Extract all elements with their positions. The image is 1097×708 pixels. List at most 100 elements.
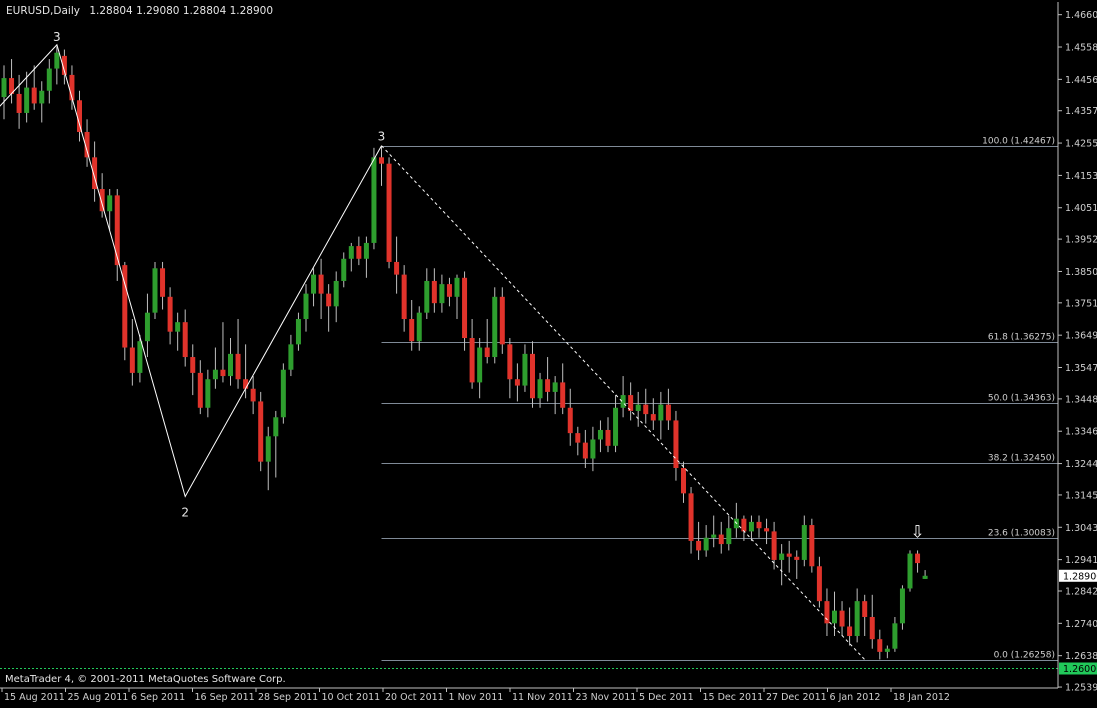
- candle-body: [137, 341, 143, 373]
- candle-body: [16, 93, 22, 113]
- candle-body: [884, 648, 890, 652]
- candle-body: [144, 312, 150, 342]
- candle-body: [129, 347, 135, 373]
- candle: [809, 518, 815, 573]
- time-tick-label: 1 Nov 2011: [449, 692, 504, 703]
- down-arrow-icon: ⇩: [910, 523, 924, 543]
- candle-body: [160, 268, 166, 297]
- time-tick-label: 23 Nov 2011: [576, 692, 637, 703]
- candle-body: [424, 280, 430, 313]
- current-price-label: 1.28900: [1063, 571, 1097, 582]
- fib-level-label: 23.6 (1.30083): [988, 529, 1055, 539]
- candle-body: [348, 246, 354, 259]
- chart-background: [0, 0, 1097, 704]
- wave-label: 3: [53, 30, 61, 44]
- candle-body: [212, 369, 218, 380]
- candle-body: [560, 382, 566, 408]
- fib-level-label: 100.0 (1.42467): [982, 137, 1055, 147]
- candle-body: [575, 433, 581, 443]
- time-tick-label: 20 Oct 2011: [385, 692, 444, 703]
- candle-body: [741, 518, 747, 532]
- symbol-header: EURUSD,Daily 1.28804 1.29080 1.28804 1.2…: [6, 5, 273, 17]
- candle-body: [379, 157, 384, 164]
- time-tick-label: 6 Jan 2012: [830, 692, 881, 703]
- candle-body: [892, 623, 898, 649]
- price-tick-label: 1.43570: [1065, 106, 1097, 117]
- symbol-name: EURUSD,Daily: [6, 5, 80, 17]
- candle-body: [439, 284, 445, 304]
- candle-body: [190, 357, 196, 373]
- candle-body: [847, 626, 853, 637]
- time-tick-label: 27 Dec 2011: [766, 692, 827, 703]
- candle-body: [854, 601, 860, 637]
- price-tick-label: 1.32440: [1065, 459, 1097, 470]
- price-tick-label: 1.26380: [1065, 651, 1097, 662]
- candle-body: [869, 616, 875, 640]
- candle-body: [748, 521, 754, 532]
- candle-body: [394, 261, 400, 275]
- candle: [386, 157, 392, 269]
- price-chart[interactable]: 100.0 (1.42467) 61.8 (1.36275) 50.0 (1.343…: [0, 0, 1097, 704]
- candle-body: [363, 242, 369, 259]
- price-tick-label: 1.41530: [1065, 171, 1097, 182]
- copyright-text: MetaTrader 4, © 2001-2011 MetaQuotes Sof…: [5, 674, 286, 685]
- fib-level-label: 61.8 (1.36275): [988, 333, 1055, 343]
- candle-body: [696, 540, 702, 551]
- fib-level-label: 50.0 (1.34363): [988, 394, 1055, 404]
- candle-body: [507, 344, 513, 380]
- candle-body: [24, 87, 30, 113]
- candle-body: [801, 525, 807, 560]
- candle-body: [590, 439, 596, 459]
- time-tick-label: 6 Sep 2011: [131, 692, 185, 703]
- candle-body: [205, 379, 211, 408]
- candle-body: [794, 556, 800, 560]
- price-tick-label: 1.29410: [1065, 555, 1097, 566]
- candle-body: [786, 553, 792, 557]
- candle-body: [703, 537, 709, 551]
- candle-body: [832, 610, 837, 624]
- candle: [152, 261, 158, 320]
- candle-body: [899, 588, 905, 624]
- candle-body: [280, 369, 286, 418]
- candle-body: [582, 442, 588, 459]
- time-tick-label: 10 Oct 2011: [322, 692, 381, 703]
- candle-body: [567, 407, 573, 434]
- price-tick-label: 1.34480: [1065, 394, 1097, 405]
- support-price-label: 1.26000: [1063, 664, 1097, 675]
- candle-body: [265, 436, 271, 462]
- candle-body: [816, 566, 822, 602]
- candle-body: [258, 401, 264, 462]
- candle-body: [197, 372, 203, 408]
- price-tick-label: 1.46600: [1065, 10, 1097, 21]
- candle-body: [764, 528, 770, 532]
- candle-body: [499, 296, 505, 345]
- price-tick-label: 1.39520: [1065, 235, 1097, 246]
- candle-body: [809, 525, 815, 567]
- candle-body: [915, 553, 921, 564]
- candle-body: [311, 274, 317, 294]
- price-tick-label: 1.27400: [1065, 619, 1097, 630]
- candle-body: [681, 467, 686, 494]
- candle-body: [477, 347, 483, 383]
- price-tick-label: 1.44560: [1065, 75, 1097, 86]
- candle-body: [356, 246, 362, 259]
- candle-body: [46, 68, 52, 91]
- candle-body: [469, 338, 475, 383]
- ohlc-values: 1.28804 1.29080 1.28804 1.28900: [89, 5, 273, 17]
- candle-body: [228, 353, 233, 377]
- candle-body: [39, 90, 45, 104]
- fib-level-label: 38.2 (1.32450): [988, 454, 1055, 464]
- price-tick-label: 1.37510: [1065, 298, 1097, 309]
- price-tick-label: 1.42550: [1065, 139, 1097, 150]
- time-tick-label: 18 Jan 2012: [893, 692, 950, 703]
- candle-body: [605, 429, 611, 446]
- candle-body: [597, 429, 603, 440]
- price-tick-label: 1.25390: [1065, 683, 1097, 694]
- candle-body: [167, 296, 173, 332]
- candle-body: [401, 274, 407, 320]
- candle-body: [446, 284, 452, 297]
- candle-body: [409, 319, 415, 342]
- candle-body: [107, 195, 113, 212]
- candle-body: [688, 493, 694, 541]
- chart-window[interactable]: 100.0 (1.42467) 61.8 (1.36275) 50.0 (1.343…: [0, 0, 1097, 704]
